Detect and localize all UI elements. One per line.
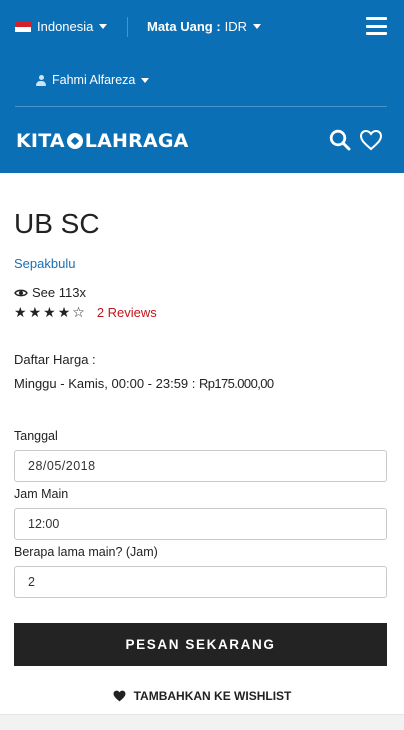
language-selector[interactable]: Indonesia — [15, 19, 108, 34]
date-value: 28/05/2018 — [28, 459, 96, 473]
wishlist-label: TAMBAHKAN KE WISHLIST — [133, 689, 292, 703]
site-logo[interactable]: KITA LAHRAGA — [16, 130, 189, 152]
view-count: See 113x — [14, 285, 86, 300]
user-name: Fahmi Alfareza — [52, 73, 136, 87]
price-list-label: Daftar Harga : — [14, 352, 96, 367]
date-field[interactable]: 28/05/2018 — [14, 450, 387, 482]
category-link[interactable]: Sepakbulu — [14, 256, 75, 271]
soccer-ball-icon — [66, 133, 83, 149]
chevron-down-icon — [141, 77, 150, 83]
star-filled-icon: ★ — [43, 304, 56, 321]
reviews-link[interactable]: 2 Reviews — [97, 305, 157, 320]
time-label: Jam Main — [14, 487, 69, 501]
star-filled-icon: ★ — [28, 304, 42, 321]
price-amount: Rp175.000,00 — [198, 376, 274, 391]
user-menu[interactable]: Fahmi Alfareza — [36, 73, 150, 87]
site-header: Indonesia Mata Uang : IDR Fahmi Alfareza… — [0, 0, 404, 173]
currency-value: IDR — [224, 19, 248, 34]
eye-icon — [14, 289, 28, 296]
duration-value: 2 — [28, 575, 35, 589]
date-label: Tanggal — [14, 429, 58, 443]
star-rating: ★ ★ ★ ★ ☆ 2 Reviews — [14, 305, 157, 320]
view-count-text: See 113x — [32, 285, 86, 300]
add-to-wishlist-button[interactable]: TAMBAHKAN KE WISHLIST — [0, 689, 404, 703]
star-filled-icon: ★ — [14, 304, 27, 321]
venue-detail: UB SC Sepakbulu See 113x ★ ★ ★ ★ ☆ 2 Rev… — [0, 173, 404, 730]
heart-icon — [113, 690, 126, 702]
divider — [15, 106, 387, 107]
logo-text-right: LAHRAGA — [84, 130, 189, 152]
book-now-button[interactable]: PESAN SEKARANG — [14, 623, 387, 666]
time-field[interactable]: 12:00 — [14, 508, 387, 540]
duration-field[interactable]: 2 — [14, 566, 387, 598]
footer-edge — [0, 714, 404, 730]
language-label: Indonesia — [37, 19, 94, 34]
price-row: Minggu - Kamis, 00:00 - 23:59 : Rp175.00… — [14, 376, 274, 391]
price-schedule: Minggu - Kamis, 00:00 - 23:59 : — [14, 376, 199, 391]
page-title: UB SC — [14, 208, 100, 239]
menu-icon[interactable] — [366, 17, 387, 35]
duration-label: Berapa lama main? (Jam) — [14, 545, 158, 559]
currency-selector[interactable]: Mata Uang : IDR — [147, 19, 262, 34]
top-bar: Indonesia Mata Uang : IDR — [0, 0, 404, 55]
wishlist-heart-icon[interactable] — [359, 129, 383, 151]
currency-label: Mata Uang : — [147, 19, 221, 34]
divider — [127, 17, 128, 37]
indonesia-flag-icon — [15, 21, 31, 32]
search-icon[interactable] — [329, 129, 351, 151]
user-icon — [36, 74, 46, 86]
chevron-down-icon — [253, 24, 262, 29]
time-value: 12:00 — [28, 517, 60, 531]
star-empty-icon: ☆ — [72, 304, 85, 321]
chevron-down-icon — [99, 24, 108, 29]
star-filled-icon: ★ — [57, 304, 71, 321]
logo-text-left: KITA — [16, 130, 65, 152]
